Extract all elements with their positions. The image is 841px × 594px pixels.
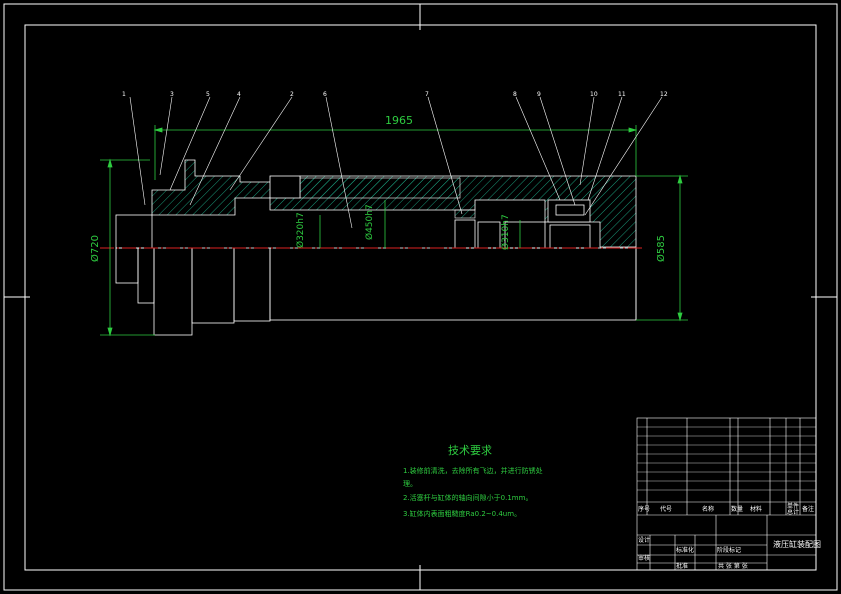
balloon-9: 9 [537,91,541,98]
hdr-total-weight: 总计 [787,508,799,516]
balloon-4: 4 [237,91,241,98]
balloon-3: 3 [170,91,174,98]
tech-line-2: 2.活塞杆与缸体的轴向间隙小于0.1mm。 [403,493,532,502]
hdr-seq: 序号 [638,505,650,513]
dim-dia-b-label: Ø450h7 [364,204,375,240]
dim-overall-label: 1965 [385,114,413,127]
cad-drawing: 1965 Ø720 Ø585 Ø320h7 Ø450h7 Ø310h7 1 3 … [3,3,838,591]
hdr-remark: 备注 [802,505,814,513]
label-check: 审核 [638,554,650,562]
part-balloon-labels: 1 3 5 4 2 6 7 8 9 10 11 12 [122,91,668,98]
tech-line-3: 3.缸体内表面粗糙度Ra0.2~0.4um。 [403,509,521,518]
dim-overall [153,125,638,180]
cylinder-section [151,159,637,248]
title-block-text: 序号 代号 名称 数量 材料 单件 总计 备注 设计 标准化 阶段标记 审核 批… [638,502,821,570]
balloon-11: 11 [618,91,626,98]
label-sheet: 共 张 第 张 [718,562,748,570]
label-standard: 标准化 [676,546,694,554]
dim-dia-c-label: Ø310h7 [500,214,511,250]
tech-requirements: 技术要求 1.装修前清洗，去除所有飞边，并进行防锈处 理。 2.活塞杆与缸体的轴… [403,444,543,518]
title-block-rows [637,426,816,491]
hdr-material: 材料 [750,505,762,513]
balloon-6: 6 [323,91,327,98]
dim-dia-left-label: Ø720 [89,235,101,262]
dim-dia-right-label: Ø585 [655,235,667,262]
tech-line-1: 1.装修前清洗，去除所有飞边，并进行防锈处 [403,466,543,475]
hdr-qty: 数量 [731,505,743,513]
balloon-5: 5 [206,91,210,98]
hdr-name: 名称 [702,505,714,513]
balloon-1: 1 [122,91,126,98]
balloon-7: 7 [425,91,429,98]
balloon-2: 2 [290,91,294,98]
shaft-outline [115,214,637,336]
tech-line-1b: 理。 [403,480,417,488]
label-stage: 阶段标记 [717,546,741,554]
balloon-10: 10 [590,91,598,98]
label-design: 设计 [638,536,650,544]
inner-border [24,24,817,571]
balloon-12: 12 [660,91,668,98]
balloon-8: 8 [513,91,517,98]
tech-title: 技术要求 [448,444,492,457]
label-approve: 批准 [676,562,688,570]
dim-dia-a-label: Ø320h7 [295,212,306,248]
hdr-code: 代号 [660,505,672,513]
drawing-title: 液压缸装配图 [773,539,821,549]
